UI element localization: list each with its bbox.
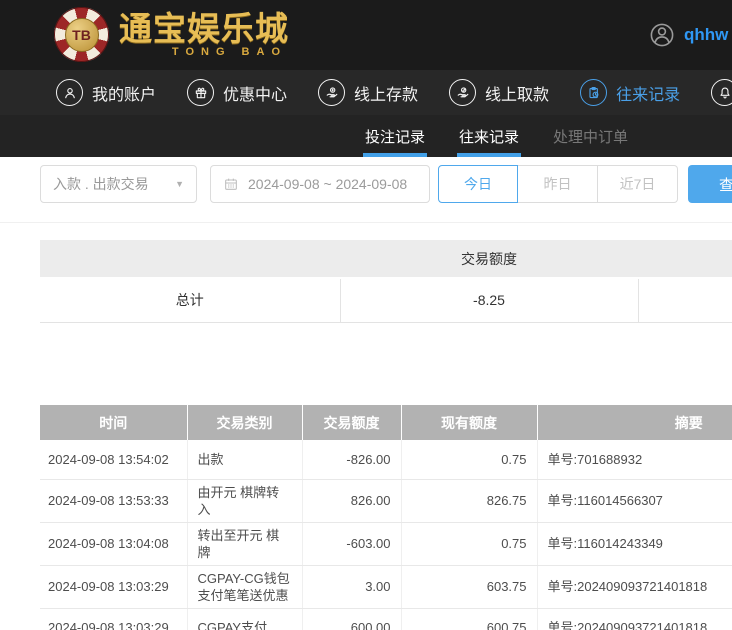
nav-item-label: 往来记录	[616, 81, 680, 105]
nav-item-promotions[interactable]: 优惠中心	[187, 79, 287, 106]
username-label: qhhw	[684, 25, 728, 45]
deposit-icon	[318, 79, 345, 106]
account-menu[interactable]: qhhw	[650, 0, 728, 70]
cell-time: 2024-09-08 13:54:02	[40, 440, 187, 479]
cell-amount: 600.00	[302, 608, 401, 630]
records-icon	[580, 79, 607, 106]
tab-label: 往来记录	[459, 126, 519, 147]
brand-logo[interactable]: TB 通宝娱乐城 TONG BAO	[54, 7, 289, 62]
cell-note: 单号:116014243349	[537, 522, 732, 565]
page: TB 通宝娱乐城 TONG BAO qhhw 我的账户 优惠中心	[0, 0, 732, 630]
cell-note: 单号:116014566307	[537, 479, 732, 522]
record-tabs: 投注记录 往来记录 处理中订单	[0, 115, 732, 157]
gift-icon	[187, 79, 214, 106]
nav-item-label: 优惠中心	[223, 81, 287, 105]
table-row: 2024-09-08 13:53:33 由开元 棋牌转入 826.00 826.…	[40, 479, 732, 522]
content-area: 入款 . 出款交易 ▼ 2024-09-08 ~ 2024-09-08 今日 昨…	[0, 157, 732, 630]
today-button[interactable]: 今日	[438, 165, 518, 203]
brand-title-cn: 通宝娱乐城	[119, 12, 289, 45]
nav-item-label: 我的账户	[92, 81, 156, 105]
cell-type: 出款	[187, 440, 302, 479]
summary-header-amount: 交易额度	[340, 240, 638, 278]
transaction-type-select[interactable]: 入款 . 出款交易 ▼	[40, 165, 197, 203]
main-nav: 我的账户 优惠中心 线上存款 线上取款 往来记录	[0, 70, 732, 115]
cell-type: CGPAY-CG钱包支付笔笔送优惠	[187, 565, 302, 608]
cell-balance: 826.75	[401, 479, 537, 522]
nav-item-my-account[interactable]: 我的账户	[56, 79, 156, 106]
col-header-amount: 交易额度	[302, 405, 401, 440]
cell-amount: 826.00	[302, 479, 401, 522]
cell-note: 单号:202409093721401818	[537, 608, 732, 630]
yesterday-button[interactable]: 昨日	[518, 165, 598, 203]
col-header-note: 摘要	[537, 405, 732, 440]
summary-header-row: 交易额度	[40, 240, 732, 278]
records-table: 时间 交易类别 交易额度 现有额度 摘要 2024-09-08 13:54:02…	[40, 405, 732, 630]
table-row: 2024-09-08 13:04:08 转出至开元 棋牌 -603.00 0.7…	[40, 522, 732, 565]
cell-type: CGPAY支付	[187, 608, 302, 630]
tab-label: 投注记录	[365, 126, 425, 147]
cell-balance: 603.75	[401, 565, 537, 608]
cell-time: 2024-09-08 13:03:29	[40, 565, 187, 608]
cell-note: 单号:701688932	[537, 440, 732, 479]
tab-betting-records[interactable]: 投注记录	[363, 115, 427, 157]
brand-title-en: TONG BAO	[119, 47, 289, 58]
withdraw-icon	[449, 79, 476, 106]
summary-total-row: 总计 -8.25	[40, 278, 732, 322]
col-header-balance: 现有额度	[401, 405, 537, 440]
yesterday-label: 昨日	[544, 174, 572, 194]
nav-item-withdraw[interactable]: 线上取款	[449, 79, 549, 106]
cell-amount: -826.00	[302, 440, 401, 479]
table-row: 2024-09-08 13:54:02 出款 -826.00 0.75 单号:7…	[40, 440, 732, 479]
nav-item-label: 线上存款	[354, 81, 418, 105]
cell-time: 2024-09-08 13:03:29	[40, 608, 187, 630]
summary-total-label: 总计	[40, 278, 340, 322]
tab-transaction-records[interactable]: 往来记录	[457, 115, 521, 157]
tab-processing-orders[interactable]: 处理中订单	[551, 115, 630, 157]
summary-table: 交易额度 总计 -8.25	[40, 240, 732, 323]
nav-item-deposit[interactable]: 线上存款	[318, 79, 418, 106]
last7days-button[interactable]: 近7日	[598, 165, 678, 203]
cell-amount: 3.00	[302, 565, 401, 608]
summary-total-value: -8.25	[340, 278, 638, 322]
bell-icon	[711, 79, 732, 106]
poker-chip-icon: TB	[54, 7, 109, 62]
nav-item-label: 线上取款	[485, 81, 549, 105]
cell-balance: 0.75	[401, 522, 537, 565]
chevron-down-icon: ▼	[175, 179, 184, 189]
tab-label: 处理中订单	[553, 126, 628, 147]
nav-item-messages[interactable]: 信	[711, 79, 732, 106]
cell-time: 2024-09-08 13:53:33	[40, 479, 187, 522]
col-header-type: 交易类别	[187, 405, 302, 440]
col-header-time: 时间	[40, 405, 187, 440]
cell-balance: 0.75	[401, 440, 537, 479]
summary-header-spacer	[638, 240, 732, 278]
cell-time: 2024-09-08 13:04:08	[40, 522, 187, 565]
user-icon	[56, 79, 83, 106]
cell-type: 转出至开元 棋牌	[187, 522, 302, 565]
avatar-icon	[650, 23, 674, 47]
cell-note: 单号:202409093721401818	[537, 565, 732, 608]
nav-item-records[interactable]: 往来记录	[580, 79, 680, 106]
table-row: 2024-09-08 13:03:29 CGPAY-CG钱包支付笔笔送优惠 3.…	[40, 565, 732, 608]
search-button[interactable]: 查询	[688, 165, 732, 203]
cell-type: 由开元 棋牌转入	[187, 479, 302, 522]
last7days-label: 近7日	[620, 174, 656, 194]
brand-title: 通宝娱乐城 TONG BAO	[119, 12, 289, 58]
date-range-value: 2024-09-08 ~ 2024-09-08	[248, 176, 407, 192]
chip-label: TB	[65, 18, 99, 52]
calendar-icon	[223, 176, 239, 192]
table-row: 2024-09-08 13:03:29 CGPAY支付 600.00 600.7…	[40, 608, 732, 630]
cell-balance: 600.75	[401, 608, 537, 630]
summary-empty-cell	[638, 278, 732, 322]
quick-date-group: 今日 昨日 近7日	[438, 165, 678, 203]
date-range-input[interactable]: 2024-09-08 ~ 2024-09-08	[210, 165, 430, 203]
filter-divider	[0, 222, 732, 223]
cell-amount: -603.00	[302, 522, 401, 565]
summary-header-spacer	[40, 240, 340, 278]
today-label: 今日	[464, 174, 492, 194]
top-bar: TB 通宝娱乐城 TONG BAO qhhw	[0, 0, 732, 70]
records-header-row: 时间 交易类别 交易额度 现有额度 摘要	[40, 405, 732, 440]
transaction-type-value: 入款 . 出款交易	[53, 174, 149, 194]
